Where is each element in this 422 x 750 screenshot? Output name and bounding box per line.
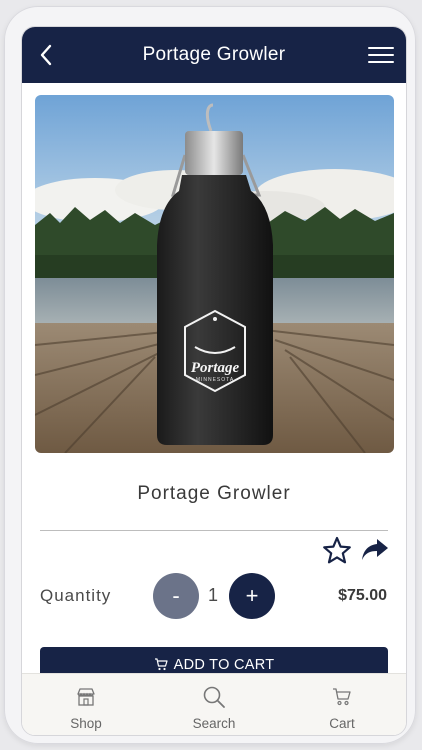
quantity-increase-button[interactable]: +	[229, 573, 275, 619]
cart-icon	[154, 658, 168, 671]
store-icon	[77, 688, 95, 706]
device-frame: Portage Growler Portage MINNESOTA Portag…	[4, 6, 416, 744]
quantity-decrease-button[interactable]: -	[153, 573, 199, 619]
menu-button[interactable]	[368, 43, 394, 67]
search-icon	[203, 686, 225, 708]
hamburger-menu-icon	[368, 47, 394, 49]
star-outline-icon	[323, 536, 351, 564]
back-button[interactable]	[34, 41, 58, 69]
app-screen: Portage Growler Portage MINNESOTA Portag…	[21, 26, 407, 736]
product-image: Portage MINNESOTA	[35, 95, 394, 453]
bottom-tab-bar: Shop Search Cart	[22, 673, 406, 735]
add-to-cart-label: ADD TO CART	[173, 657, 275, 673]
tab-search-label: Search	[192, 716, 236, 731]
page-title: Portage Growler	[142, 44, 286, 65]
quantity-label: Quantity	[40, 586, 112, 605]
tab-cart-label: Cart	[329, 716, 355, 731]
share-button[interactable]	[360, 537, 390, 563]
product-price: $75.00	[338, 587, 387, 604]
top-nav-bar: Portage Growler	[22, 27, 406, 83]
image-logo-subtext: MINNESOTA	[196, 377, 234, 383]
image-logo-text: Portage	[191, 360, 240, 376]
tab-search[interactable]: Search	[150, 674, 278, 735]
divider	[40, 530, 388, 531]
favorite-button[interactable]	[322, 536, 352, 564]
tab-cart[interactable]: Cart	[278, 674, 406, 735]
share-arrow-icon	[362, 539, 388, 560]
cart-icon	[333, 688, 351, 706]
tab-shop-label: Shop	[70, 716, 102, 731]
chevron-left-icon	[40, 44, 52, 66]
product-name: Portage Growler	[137, 483, 291, 504]
tab-shop[interactable]: Shop	[22, 674, 150, 735]
quantity-value: 1	[207, 585, 218, 605]
